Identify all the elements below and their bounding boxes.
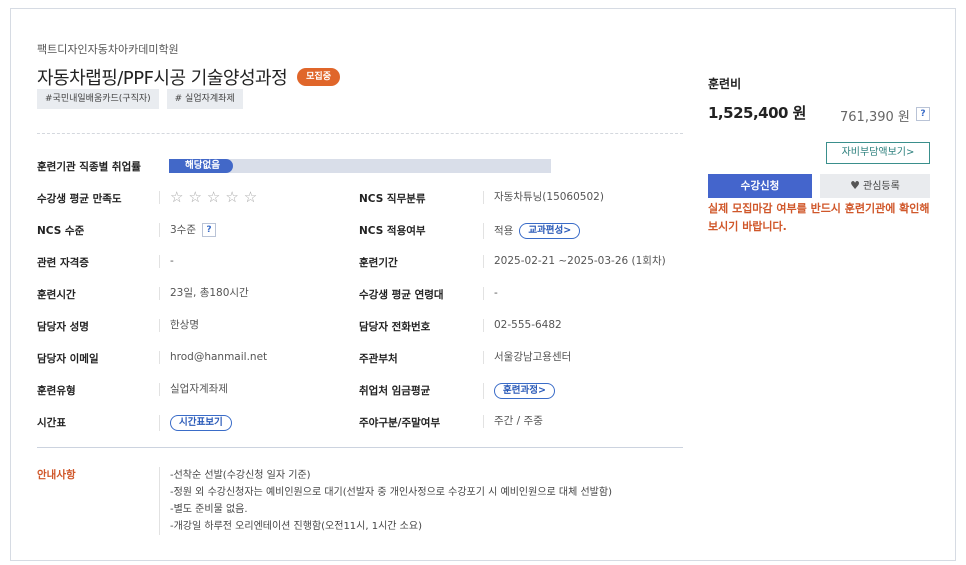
period-label: 훈련기간 (359, 257, 398, 269)
fee-row: 1,525,400 원 761,390 원 ? (708, 102, 936, 125)
satisfaction-value: ☆☆☆☆☆ (159, 188, 263, 206)
manager-email-label: 담당자 이메일 (37, 353, 99, 365)
ncs-applied-text: 적용 (494, 224, 514, 237)
title-row: 자동차랩핑/PPF시공 기술양성과정 모집중 (37, 64, 340, 90)
question-icon[interactable]: ? (202, 223, 217, 237)
hours-value: 23일, 총180시간 (159, 287, 249, 300)
solid-divider (37, 447, 683, 448)
question-icon[interactable]: ? (916, 107, 930, 121)
employment-rate-value: 해당없음 (169, 159, 233, 173)
employment-rate-bar: 해당없음 (169, 159, 551, 173)
row-hours: 훈련시간 23일, 총180시간 수강생 평균 연령대 - (37, 284, 683, 304)
training-course-button[interactable]: 훈련과정> (494, 383, 555, 399)
row-employment-rate: 훈련기관 직종별 취업률 해당없음 (37, 156, 683, 176)
tag-list: #국민내일배움카드(구직자) # 실업자계좌제 (37, 89, 243, 109)
notice-line: -선착순 선발(수강신청 일자 기준) (170, 470, 311, 481)
curriculum-button[interactable]: 교과편성> (519, 223, 581, 239)
row-certificate: 관련 자격증 - 훈련기간 2025-02-21 ~2025-03-26 (1회… (37, 252, 683, 272)
fee-total: 1,525,400 원 (708, 104, 806, 122)
ncs-level-label: NCS 수준 (37, 225, 85, 237)
fee-self-pay: 761,390 원 (840, 110, 910, 125)
timetable-value: 시간표보기 (159, 415, 232, 431)
day-type-label: 주야구분/주말여부 (359, 417, 441, 429)
ncs-applied-value: 적용 교과편성> (483, 223, 581, 239)
notice-line: -정원 외 수강신청자는 예비인원으로 대기(선발자 중 개인사정으로 수강포기… (170, 487, 612, 498)
deadline-warning: 실제 모집마감 여부를 반드시 훈련기관에 확인해보시기 바랍니다. (708, 202, 930, 233)
certificate-label: 관련 자격증 (37, 257, 89, 269)
status-badge: 모집중 (297, 68, 340, 86)
employment-rate-label: 훈련기관 직종별 취업률 (37, 161, 141, 173)
ncs-category-label: NCS 직무분류 (359, 193, 426, 205)
avg-age-label: 수강생 평균 연령대 (359, 289, 444, 301)
avg-wage-value: 훈련과정> (483, 383, 555, 399)
row-training-type: 훈련유형 실업자계좌제 취업처 임금평균 훈련과정> (37, 380, 683, 400)
timetable-button[interactable]: 시간표보기 (170, 415, 232, 431)
ncs-level-value: 3수준 ? (159, 223, 217, 237)
ncs-category-value: 자동차튜닝(15060502) (483, 191, 604, 204)
avg-age-value: - (483, 287, 498, 300)
manager-name-label: 담당자 성명 (37, 321, 89, 333)
day-type-value: 주간 / 주중 (483, 415, 543, 428)
notice-line: -개강일 하루전 오리엔테이션 진행함(오전11시, 1시간 소요) (170, 521, 422, 532)
period-value: 2025-02-21 ~2025-03-26 (1회차) (483, 255, 666, 268)
star-outline-icon: ☆☆☆☆☆ (170, 188, 263, 206)
ncs-applied-label: NCS 적용여부 (359, 225, 426, 237)
academy-name[interactable]: 팩트디자인자동차아카데미학원 (37, 41, 179, 57)
manager-phone-value: 02-555-6482 (483, 319, 562, 332)
manager-name-value: 한상명 (159, 319, 199, 332)
training-type-value: 실업자계좌제 (159, 383, 228, 396)
fee-label: 훈련비 (708, 77, 742, 91)
certificate-value: - (159, 255, 174, 268)
notice-label: 안내사항 (37, 469, 76, 481)
course-card: 팩트디자인자동차아카데미학원 자동차랩핑/PPF시공 기술양성과정 모집중 #국… (10, 8, 956, 561)
wishlist-button[interactable]: ♥ 관심등록 (820, 174, 930, 198)
satisfaction-label: 수강생 평균 만족도 (37, 193, 122, 205)
training-type-label: 훈련유형 (37, 385, 76, 397)
row-timetable: 시간표 시간표보기 주야구분/주말여부 주간 / 주중 (37, 412, 683, 432)
notice-lines: -선착순 선발(수강신청 일자 기준) -정원 외 수강신청자는 예비인원으로 … (159, 467, 612, 535)
row-email: 담당자 이메일 hrod@hanmail.net 주관부처 서울강남고용센터 (37, 348, 683, 368)
row-manager: 담당자 성명 한상명 담당자 전화번호 02-555-6482 (37, 316, 683, 336)
tag-item: #국민내일배움카드(구직자) (37, 89, 159, 109)
hours-label: 훈련시간 (37, 289, 76, 301)
tag-item: # 실업자계좌제 (166, 89, 243, 109)
self-pay-button[interactable]: 자비부담액보기> (826, 142, 930, 164)
timetable-label: 시간표 (37, 417, 66, 429)
avg-wage-label: 취업처 임금평균 (359, 385, 431, 397)
course-title: 자동차랩핑/PPF시공 기술양성과정 (37, 68, 288, 89)
heart-icon: ♥ (850, 179, 861, 192)
dashed-divider (37, 133, 683, 134)
row-satisfaction: 수강생 평균 만족도 ☆☆☆☆☆ NCS 직무분류 자동차튜닝(15060502… (37, 188, 683, 208)
department-label: 주관부처 (359, 353, 398, 365)
notice-line: -별도 준비물 없음. (170, 504, 248, 515)
manager-email-value: hrod@hanmail.net (159, 351, 267, 364)
apply-button[interactable]: 수강신청 (708, 174, 812, 198)
manager-phone-label: 담당자 전화번호 (359, 321, 431, 333)
wishlist-label: 관심등록 (863, 181, 900, 192)
department-value: 서울강남고용센터 (483, 351, 571, 364)
row-ncs-level: NCS 수준 3수준 ? NCS 적용여부 적용 교과편성> (37, 220, 683, 240)
ncs-level-text: 3수준 (170, 223, 197, 236)
